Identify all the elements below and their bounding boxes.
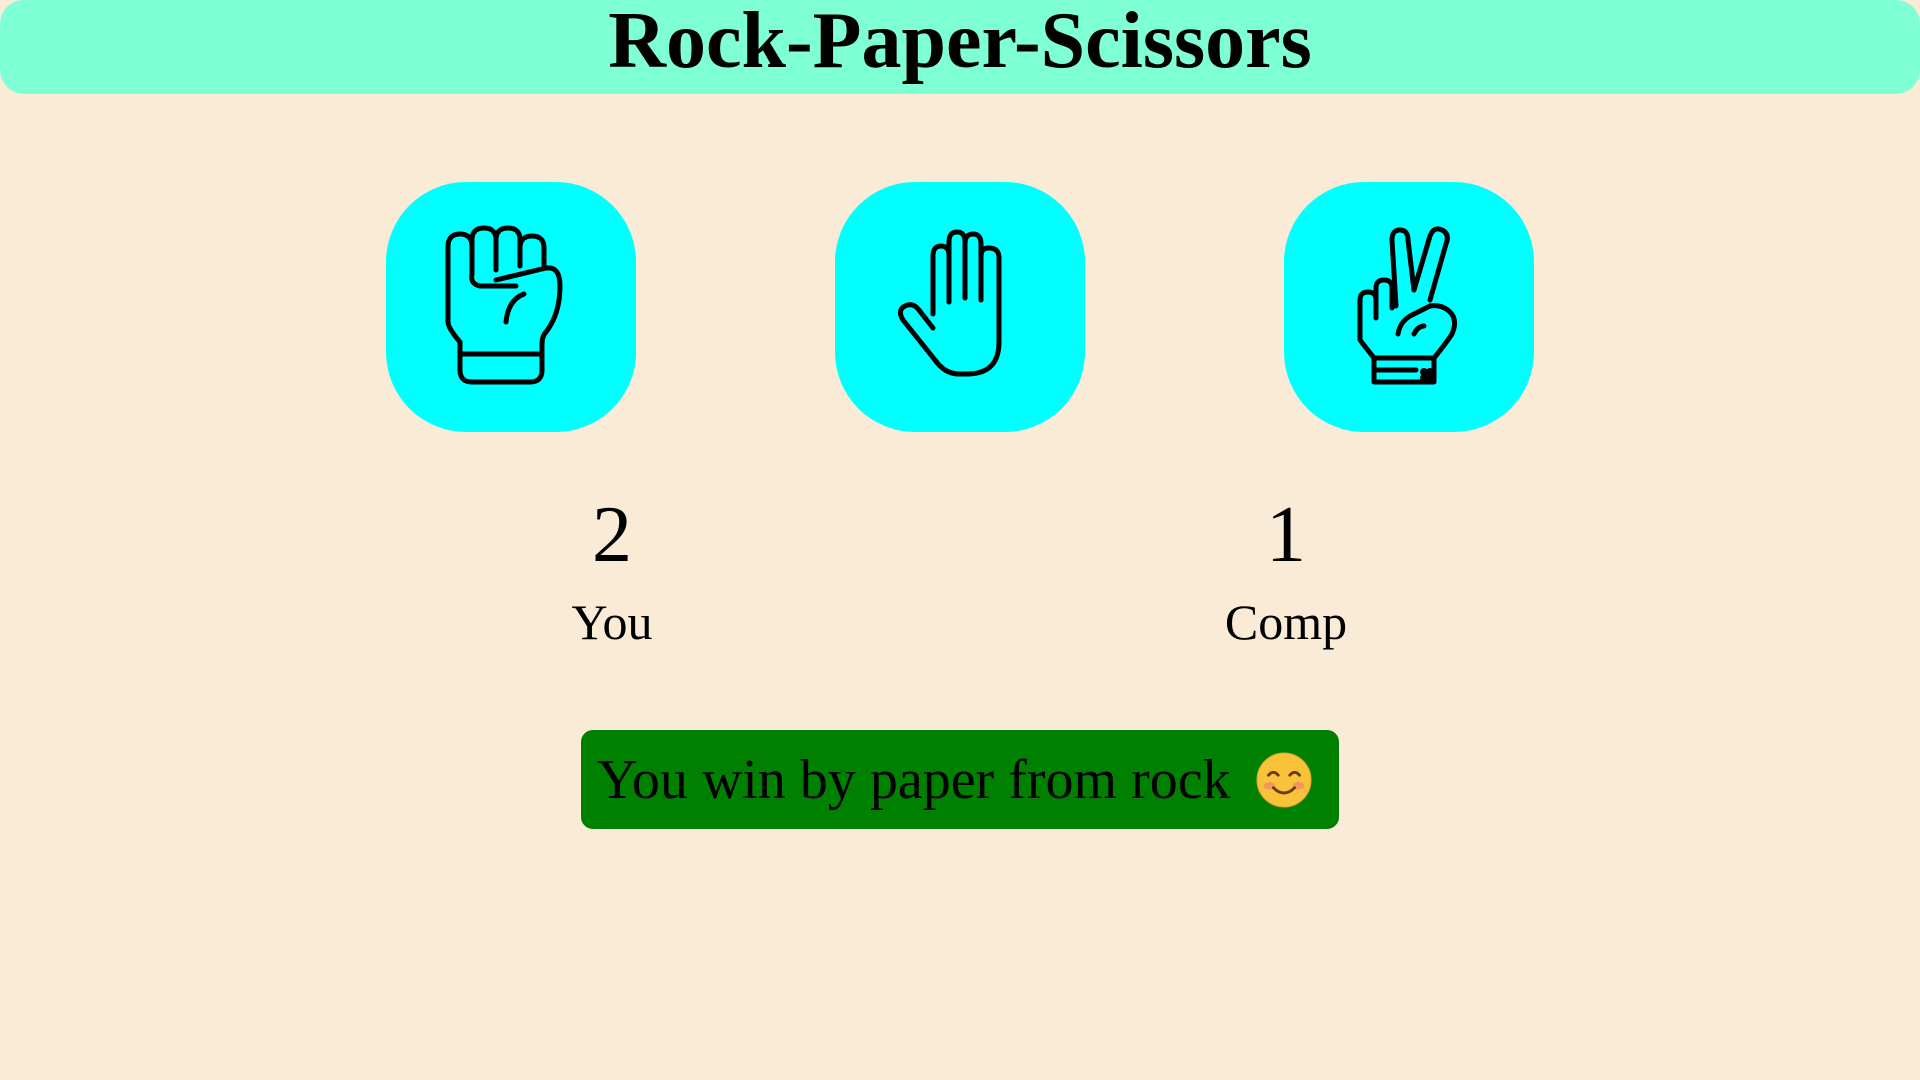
fist-icon [445, 225, 563, 385]
user-label: You [571, 594, 653, 650]
user-score: 2 [592, 491, 632, 579]
open-hand-icon [897, 229, 1002, 377]
result-message: You win by paper from rock [581, 730, 1339, 829]
rock-choice-button[interactable] [386, 182, 636, 432]
comp-label: Comp [1224, 594, 1348, 650]
header-bar: Rock-Paper-Scissors [0, 0, 1920, 94]
comp-score: 1 [1266, 491, 1306, 579]
peace-hand-icon [1357, 226, 1458, 385]
page-title: Rock-Paper-Scissors [608, 0, 1312, 85]
smiling-face-icon [1256, 751, 1312, 808]
comp-score-block: 1 Comp [1156, 490, 1416, 652]
user-score-block: 2 You [482, 490, 742, 652]
result-message-text: You win by paper from rock [597, 748, 1231, 811]
paper-choice-button[interactable] [835, 182, 1085, 432]
scissors-choice-button[interactable] [1284, 182, 1534, 432]
